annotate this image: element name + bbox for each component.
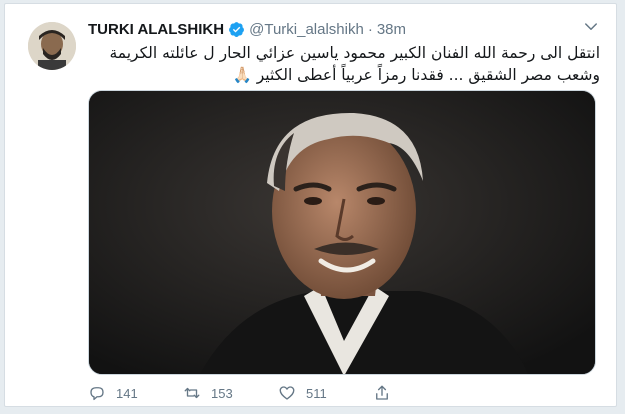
tweet-actions: 141 153 511	[88, 382, 448, 404]
author-name[interactable]: TURKI ALALSHIKH	[88, 21, 224, 38]
separator-dot: ·	[367, 20, 373, 38]
portrait-image	[89, 91, 595, 374]
reply-button[interactable]: 141	[88, 384, 183, 402]
tweet-photo[interactable]	[88, 90, 596, 375]
share-button[interactable]	[373, 384, 413, 402]
reply-icon	[90, 387, 104, 401]
retweet-count: 153	[211, 385, 233, 401]
avatar-image	[28, 22, 76, 70]
avatar[interactable]	[28, 22, 76, 70]
tweet-timestamp[interactable]: 38m	[377, 21, 406, 38]
tweet-card[interactable]: TURKI ALALSHIKH @Turki_alalshikh · 38m ا…	[4, 3, 617, 407]
verified-badge-icon	[229, 21, 245, 37]
author-handle[interactable]: @Turki_alalshikh	[249, 21, 364, 38]
heart-icon	[279, 386, 295, 400]
like-button[interactable]: 511	[278, 384, 373, 402]
share-icon	[376, 385, 388, 400]
retweet-button[interactable]: 153	[183, 384, 278, 402]
tweet-menu-button[interactable]	[582, 18, 600, 36]
retweet-icon	[184, 387, 200, 399]
tweet-header: TURKI ALALSHIKH @Turki_alalshikh · 38m	[88, 19, 406, 39]
tweet-text: انتقل الى رحمة الله الفنان الكبير محمود …	[109, 44, 600, 84]
like-count: 511	[306, 385, 327, 401]
chevron-down-icon	[585, 23, 597, 30]
reply-count: 141	[116, 385, 138, 401]
